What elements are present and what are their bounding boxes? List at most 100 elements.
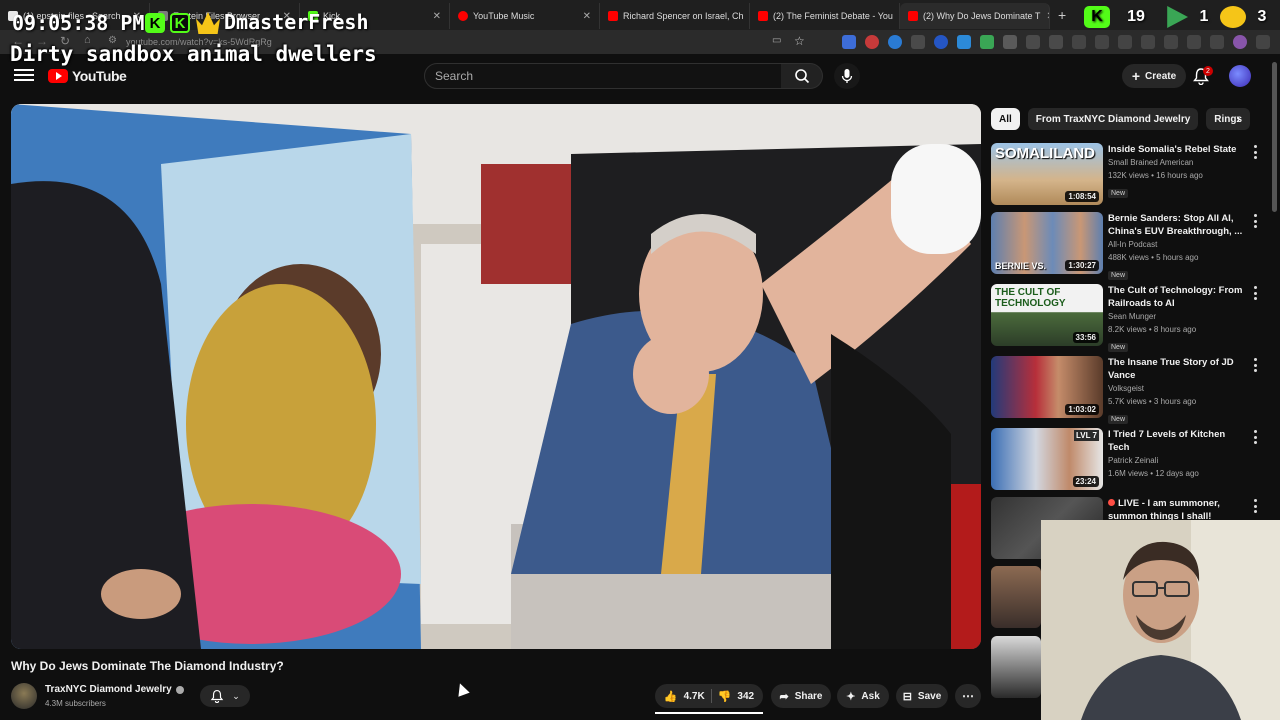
close-icon[interactable]: ✕	[427, 11, 441, 22]
channel-name-link[interactable]: TraxNYC Diamond Jewelry	[45, 684, 184, 695]
search-button[interactable]	[781, 63, 823, 89]
video-title[interactable]: Bernie Sanders: Stop All AI, China's EUV…	[1108, 212, 1248, 238]
play-icon	[1167, 6, 1188, 28]
chip-all[interactable]: All	[991, 108, 1020, 130]
close-icon[interactable]: ✕	[893, 11, 900, 22]
ask-button[interactable]: ✦ Ask	[837, 684, 889, 708]
video-thumbnail[interactable]: 1:03:02	[991, 356, 1103, 418]
save-button[interactable]: ⊟ Save	[896, 684, 948, 708]
subscribed-notifications-button[interactable]: ⌄	[200, 685, 250, 707]
top-right-overlay: K 19 1 3	[1084, 6, 1272, 28]
video-player[interactable]	[11, 104, 981, 649]
video-thumbnail[interactable]: BERNIE VS. 1:30:27	[991, 212, 1103, 274]
devtools-icon[interactable]	[1141, 35, 1155, 49]
browser-tab[interactable]: YouTube Music ✕	[450, 3, 600, 29]
browser-tab-active[interactable]: (2) Why Do Jews Dominate T ✕	[900, 3, 1050, 29]
video-thumbnail[interactable]: THE CULT OF TECHNOLOGY 33:56	[991, 284, 1103, 346]
notification-badge: 2	[1203, 66, 1213, 76]
reading-list-icon[interactable]	[1164, 35, 1178, 49]
thumbnail-text: BERNIE VS.	[995, 261, 1047, 271]
extension-icon[interactable]	[934, 35, 948, 49]
more-vertical-icon[interactable]	[1253, 499, 1257, 513]
install-icon[interactable]: ▭	[772, 35, 781, 46]
search-input[interactable]: Search	[424, 63, 782, 89]
close-icon[interactable]: ✕	[1040, 11, 1049, 22]
channel-name[interactable]: All-In Podcast	[1108, 238, 1248, 251]
streamer-name: DmasterFresh	[224, 10, 369, 34]
video-thumbnail[interactable]	[991, 636, 1041, 698]
more-vertical-icon[interactable]	[1253, 145, 1257, 159]
share-button[interactable]: ➦ Share	[771, 684, 831, 708]
extension-icon[interactable]	[911, 35, 925, 49]
recommendation-item[interactable]: THE CULT OF TECHNOLOGY 33:56 The Cult of…	[991, 284, 1271, 352]
extension-icon[interactable]	[865, 35, 879, 49]
new-badge: New	[1108, 189, 1129, 198]
chip-rings[interactable]: Rings	[1206, 108, 1251, 130]
youtube-music-icon	[458, 11, 468, 21]
recommendation-item[interactable]: LVL 7 23:24 I Tried 7 Levels of Kitchen …	[991, 428, 1271, 494]
sidepanel-icon[interactable]	[1187, 35, 1201, 49]
channel-name[interactable]: Small Brained American	[1108, 156, 1248, 169]
history-icon[interactable]	[1095, 35, 1109, 49]
create-button[interactable]: + Create	[1122, 64, 1186, 88]
account-avatar[interactable]	[1229, 65, 1251, 87]
chevron-right-icon[interactable]: ›	[1236, 110, 1241, 126]
dislike-count[interactable]: 342	[737, 691, 754, 702]
live-title: LIVE - I am summoner, summon things I sh…	[1108, 498, 1220, 522]
chevron-down-icon: ⌄	[232, 690, 240, 701]
more-vertical-icon[interactable]	[1253, 430, 1257, 444]
extension-icon[interactable]	[842, 35, 856, 49]
search-icon	[794, 69, 809, 84]
channel-name[interactable]: Volksgeist	[1108, 382, 1248, 395]
new-tab-icon[interactable]: +	[1058, 7, 1066, 23]
downloads-icon[interactable]	[1118, 35, 1132, 49]
recommendation-item[interactable]: BERNIE VS. 1:30:27 Bernie Sanders: Stop …	[991, 212, 1271, 280]
recommendation-item[interactable]: 1:03:02 The Insane True Story of JD Vanc…	[991, 356, 1271, 424]
chip-from-channel[interactable]: From TraxNYC Diamond Jewelry	[1027, 108, 1199, 130]
video-thumbnail[interactable]: LVL 7 23:24	[991, 428, 1103, 490]
close-icon[interactable]: ✕	[577, 11, 591, 22]
video-title[interactable]: I Tried 7 Levels of Kitchen Tech	[1108, 428, 1248, 454]
extension-icon[interactable]	[888, 35, 902, 49]
more-vertical-icon[interactable]	[1253, 214, 1257, 228]
tab-label: (2) The Feminist Debate - You	[773, 11, 893, 21]
video-duration: 33:56	[1072, 332, 1099, 343]
hamburger-menu-icon[interactable]	[14, 66, 34, 86]
extension-icon[interactable]	[980, 35, 994, 49]
video-title[interactable]: The Insane True Story of JD Vance	[1108, 356, 1248, 382]
browser-tab[interactable]: (2) The Feminist Debate - You ✕	[750, 3, 900, 29]
video-title[interactable]: The Cult of Technology: From Railroads t…	[1108, 284, 1248, 310]
menu-dots-icon[interactable]	[1256, 35, 1270, 49]
more-vertical-icon[interactable]	[1253, 286, 1257, 300]
video-stats: 132K views • 16 hours ago	[1108, 171, 1203, 180]
like-count[interactable]: 4.7K	[684, 691, 705, 702]
browser-tab[interactable]: Richard Spencer on Israel, Ch ✕	[600, 3, 750, 29]
video-thumbnail[interactable]	[991, 566, 1041, 628]
more-vertical-icon[interactable]	[1253, 358, 1257, 372]
video-duration: 1:08:54	[1065, 191, 1099, 202]
video-title[interactable]: Inside Somalia's Rebel State	[1108, 143, 1248, 156]
thumbs-down-icon[interactable]: 👎	[718, 690, 732, 703]
profile-icon[interactable]	[1233, 35, 1247, 49]
puzzle-icon[interactable]	[1072, 35, 1086, 49]
extension-icon[interactable]	[1049, 35, 1063, 49]
media-icon[interactable]	[1210, 35, 1224, 49]
channel-name[interactable]: Patrick Zeinali	[1108, 454, 1248, 467]
voice-search-button[interactable]	[834, 63, 860, 89]
thumbs-up-icon[interactable]: 👍	[664, 690, 678, 703]
like-ratio-bar	[655, 712, 763, 714]
bookmark-icon: ⊟	[902, 690, 912, 703]
plus-icon: +	[1131, 68, 1141, 84]
thumbnail-text: THE CULT OF TECHNOLOGY	[995, 287, 1066, 309]
more-actions-button[interactable]: ⋯	[955, 684, 981, 708]
channel-avatar[interactable]	[11, 683, 37, 709]
extension-icon[interactable]	[1003, 35, 1017, 49]
extension-icon[interactable]	[1026, 35, 1040, 49]
page-scrollbar[interactable]	[1272, 62, 1277, 212]
bookmark-star-icon[interactable]: ☆	[794, 34, 805, 48]
video-thumbnail[interactable]: SOMALILAND 1:08:54	[991, 143, 1103, 205]
youtube-logo[interactable]: YouTube	[48, 68, 127, 84]
channel-name[interactable]: Sean Munger	[1108, 310, 1248, 323]
extension-icon[interactable]	[957, 35, 971, 49]
recommendation-item[interactable]: SOMALILAND 1:08:54 Inside Somalia's Rebe…	[991, 143, 1271, 209]
